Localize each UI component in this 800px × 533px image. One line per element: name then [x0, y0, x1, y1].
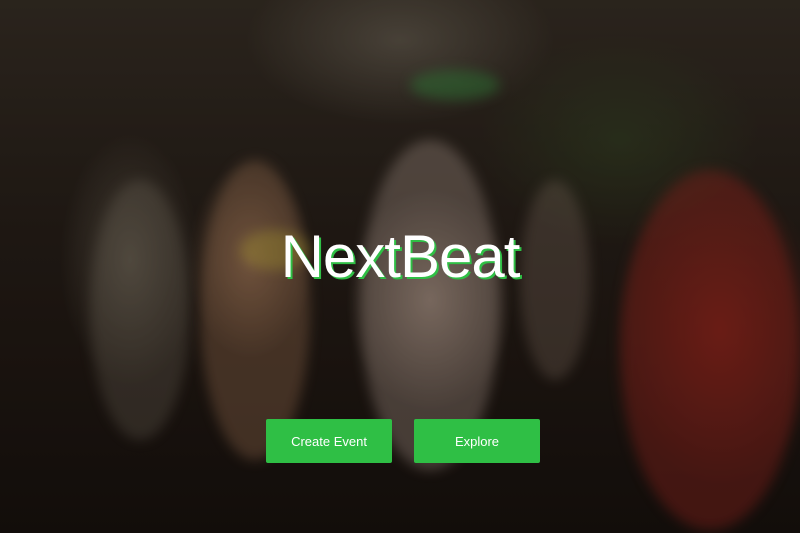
explore-button[interactable]: Explore — [414, 419, 540, 463]
create-event-button[interactable]: Create Event — [266, 419, 392, 463]
hero-actions: Create Event Explore — [266, 419, 541, 463]
brand-title: NextBeat — [280, 223, 521, 290]
